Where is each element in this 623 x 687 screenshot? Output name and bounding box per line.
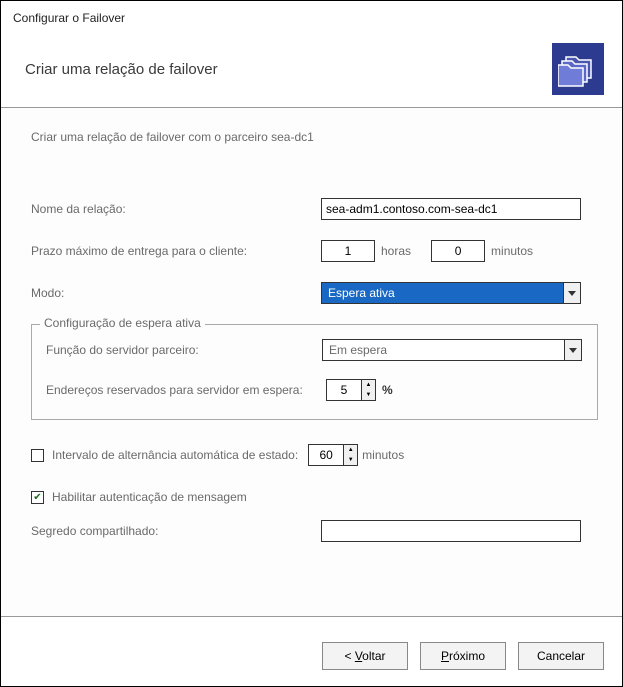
page-title: Criar uma relação de failover [25, 61, 218, 78]
folder-icon [552, 43, 604, 95]
shared-secret-label: Segredo compartilhado: [31, 524, 321, 538]
reserved-percent-stepper[interactable]: ▲ ▼ [326, 379, 376, 401]
percent-unit: % [382, 383, 393, 397]
mode-select[interactable]: Espera ativa [321, 282, 581, 304]
cancel-button[interactable]: Cancelar [518, 642, 604, 670]
relation-name-label: Nome da relação: [31, 202, 321, 216]
content-panel: Criar uma relação de failover com o parc… [1, 107, 622, 617]
auto-switch-label: Intervalo de alternância automática de e… [52, 448, 298, 462]
active-standby-groupbox: Configuração de espera ativa Função do s… [31, 324, 598, 420]
window-title: Configurar o Failover [1, 1, 622, 29]
chevron-down-icon[interactable] [564, 339, 582, 361]
msg-auth-label: Habilitar autenticação de mensagem [52, 490, 247, 504]
auto-switch-minutes-unit: minutos [362, 448, 404, 462]
spinner-up-button[interactable]: ▲ [344, 445, 357, 455]
partner-role-label: Função do servidor parceiro: [46, 343, 322, 357]
auto-switch-minutes-input[interactable] [308, 444, 344, 466]
header: Criar uma relação de failover [1, 29, 622, 107]
msg-auth-checkbox[interactable]: ✔ [31, 491, 44, 504]
max-client-delivery-label: Prazo máximo de entrega para o cliente: [31, 244, 321, 258]
spinner-down-button[interactable]: ▼ [362, 390, 375, 400]
reserved-percent-input[interactable] [326, 379, 362, 401]
hours-input[interactable] [321, 240, 375, 262]
minutes-unit: minutos [491, 244, 533, 258]
shared-secret-input[interactable] [321, 520, 581, 542]
mode-label: Modo: [31, 286, 321, 300]
reserved-addresses-label: Endereços reservados para servidor em es… [46, 383, 326, 397]
wizard-button-bar: < Voltar Próximo Cancelar [322, 642, 604, 670]
hours-unit: horas [381, 244, 411, 258]
relation-name-input[interactable] [321, 198, 581, 220]
spinner-down-button[interactable]: ▼ [344, 455, 357, 465]
auto-switch-checkbox[interactable] [31, 449, 44, 462]
partner-role-select[interactable]: Em espera [322, 339, 582, 361]
intro-text: Criar uma relação de failover com o parc… [31, 130, 598, 144]
back-button[interactable]: < Voltar [322, 642, 408, 670]
minutes-input[interactable] [431, 240, 485, 262]
auto-switch-minutes-stepper[interactable]: ▲ ▼ [308, 444, 358, 466]
chevron-down-icon[interactable] [563, 282, 581, 304]
next-button[interactable]: Próximo [420, 642, 506, 670]
spinner-up-button[interactable]: ▲ [362, 380, 375, 390]
groupbox-legend: Configuração de espera ativa [40, 316, 205, 330]
